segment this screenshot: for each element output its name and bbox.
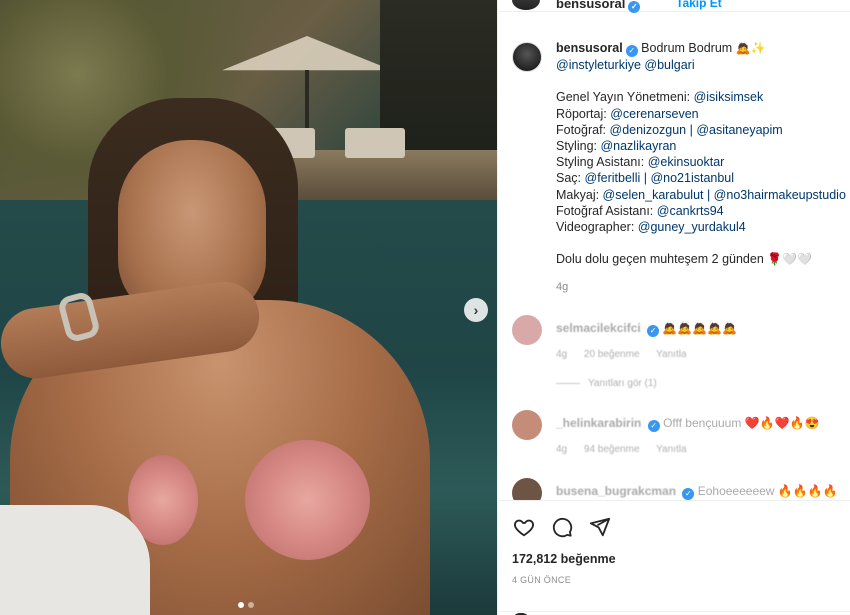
credit-handle[interactable]: @feritbelli | @no21istanbul — [585, 171, 735, 185]
comment-button[interactable] — [550, 515, 574, 539]
follow-button[interactable]: Takip Et — [676, 0, 722, 10]
heart-icon — [514, 519, 534, 537]
verified-badge-icon: ✓ — [647, 324, 660, 337]
next-image-button[interactable]: › — [464, 298, 488, 322]
caption-credit-line: Videographer: @guney_yurdakul4 — [556, 219, 850, 235]
verified-badge-icon: ✓ — [647, 419, 660, 432]
view-replies-button[interactable]: Yanıtları gör (1) — [556, 378, 657, 389]
caption-first-line: Bodrum Bodrum — [641, 41, 733, 55]
caption-credit-line: Genel Yayın Yönetmeni: @isiksimsek — [556, 89, 850, 105]
caption-credit-line: Saç: @feritbelli | @no21istanbul — [556, 170, 850, 186]
post-timestamp: 4 GÜN ÖNCE — [512, 575, 572, 585]
likes-count[interactable]: 172,812 beğenme — [512, 552, 616, 566]
carousel-dot — [248, 602, 254, 608]
credit-handle[interactable]: @cerenarseven — [610, 107, 698, 121]
comment-username[interactable]: _helinkarabirin — [556, 416, 641, 430]
verified-badge-icon: ✓ — [625, 45, 638, 58]
comment-username[interactable]: selmacilekcifci — [556, 321, 641, 335]
comment-likes[interactable]: 20 beğenme — [584, 349, 640, 360]
caption-credit-line: Styling Asistanı: @ekinsuoktar — [556, 154, 850, 170]
caption-credit-line: Styling: @nazlikayran — [556, 138, 850, 154]
replies-divider — [556, 383, 580, 384]
avatar[interactable] — [512, 42, 542, 72]
comment-likes[interactable]: 94 beğenme — [584, 444, 640, 455]
caption-username[interactable]: bensusoral — [556, 41, 623, 55]
credit-label: Styling: — [556, 138, 601, 153]
header-username[interactable]: bensusoral ✓ — [556, 0, 641, 13]
credit-label: Fotoğraf Asistanı: — [556, 203, 657, 218]
credit-label: Styling Asistanı: — [556, 155, 648, 170]
credit-label: Fotoğraf: — [556, 122, 610, 137]
caption-credit-line: Röportaj: @cerenarseven — [556, 106, 850, 122]
credit-handle[interactable]: @cankrts94 — [657, 204, 724, 218]
carousel-indicator — [238, 602, 254, 608]
credit-label: Makyaj: — [556, 187, 603, 202]
caption-credit-line: Fotoğraf: @denizozgun | @asitaneyapim — [556, 122, 850, 138]
caption-credit-line: Makyaj: @selen_karabulut | @no3hairmakeu… — [556, 187, 850, 203]
like-button[interactable] — [512, 515, 536, 539]
comment-bubble-icon — [552, 517, 573, 538]
comment-text: Eohoeeeeeew — [697, 484, 775, 498]
post-actions: 172,812 beğenme 4 GÜN ÖNCE — [498, 500, 850, 615]
avatar[interactable] — [512, 410, 542, 440]
caption-closing: Dolu dolu geçen muhteşem 2 günden — [556, 252, 764, 267]
comment-emoji: 🔥🔥🔥🔥 — [777, 484, 838, 498]
credit-label: Saç: — [556, 171, 585, 186]
send-icon — [589, 517, 611, 537]
divider — [498, 611, 850, 612]
avatar[interactable] — [512, 0, 540, 10]
credit-handle[interactable]: @guney_yurdakul4 — [638, 220, 746, 234]
caption-age: 4g — [556, 281, 569, 294]
comment-reply-button[interactable]: Yanıtla — [656, 349, 686, 360]
post-image[interactable]: › — [0, 0, 497, 615]
caption-mentions[interactable]: @instyleturkiye @bulgari — [556, 57, 850, 73]
comment-time: 4g — [556, 444, 568, 455]
caption-credits: Genel Yayın Yönetmeni: @isiksimsek Röport… — [556, 89, 850, 235]
comment-emoji: ❤️🔥❤️🔥😍 — [744, 416, 820, 430]
verified-badge-icon: ✓ — [628, 0, 641, 13]
caption-credit-line: Fotoğraf Asistanı: @cankrts94 — [556, 203, 850, 219]
post-header: bensusoral ✓ Takip Et — [498, 0, 850, 13]
credit-handle[interactable]: @nazlikayran — [600, 139, 676, 153]
verified-badge-icon: ✓ — [682, 487, 695, 500]
credit-handle[interactable]: @ekinsuoktar — [648, 155, 725, 169]
comment-reply-button[interactable]: Yanıtla — [656, 444, 686, 455]
credit-handle[interactable]: @isiksimsek — [694, 90, 764, 104]
flower-top-right — [245, 440, 370, 560]
caption-closing-emoji: 🌹🤍🤍 — [767, 252, 813, 267]
subject-skirt — [0, 505, 150, 615]
lounge-chair — [345, 128, 405, 158]
view-replies-label: Yanıtları gör (1) — [588, 378, 657, 389]
credit-label: Genel Yayın Yönetmeni: — [556, 90, 694, 105]
caption-first-line-emoji: 🙇✨ — [735, 41, 766, 55]
share-button[interactable] — [588, 515, 612, 539]
comment-emoji: 🙇🙇🙇🙇🙇 — [662, 321, 738, 335]
comment-text: Offf bençuuum — [663, 416, 742, 430]
credit-label: Röportaj: — [556, 106, 611, 121]
caption-text: bensusoral ✓ Bodrum Bodrum 🙇✨ @instyletur… — [556, 40, 850, 296]
avatar[interactable] — [512, 315, 542, 345]
post-side-panel: bensusoral ✓ Takip Et bensusoral ✓ Bodrum … — [497, 0, 850, 615]
credit-handle[interactable]: @denizozgun | @asitaneyapim — [610, 123, 783, 137]
comment-time: 4g — [556, 349, 568, 360]
comment-username[interactable]: busena_bugrakcman — [556, 484, 676, 498]
carousel-dot-active — [238, 602, 244, 608]
credit-label: Videographer: — [556, 219, 638, 234]
credit-handle[interactable]: @selen_karabulut | @no3hairmakeupstudio — [603, 188, 846, 202]
